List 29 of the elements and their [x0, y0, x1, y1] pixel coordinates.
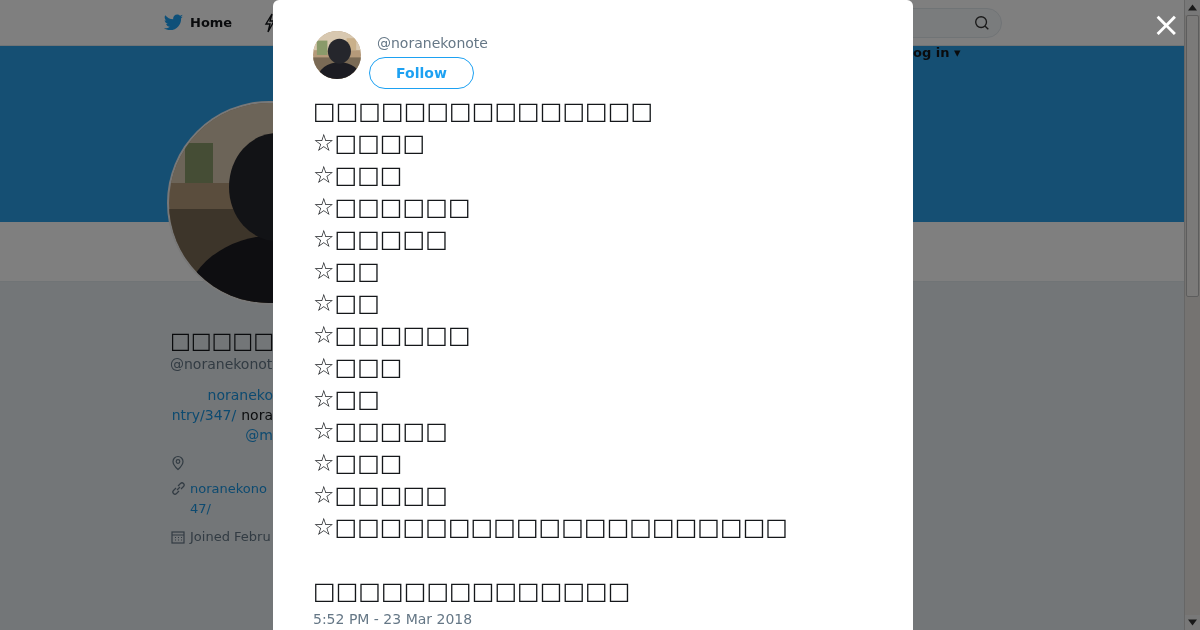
tweet-timestamp[interactable]: 5:52 PM - 23 Mar 2018 [313, 611, 873, 627]
bio-link[interactable]: noraneko [207, 387, 273, 403]
tweet-text-line: ☆□□□ [313, 160, 404, 191]
tweet-text-line: ☆□□□□□ [313, 416, 449, 447]
tweet-text-line: ☆□□□□ [313, 128, 427, 159]
profile-name: □□□□□ [170, 328, 273, 354]
bio-text: nora [241, 407, 273, 423]
tweet-text-line: ☆□□ [313, 288, 381, 319]
bio-link[interactable]: @m [245, 427, 273, 443]
tweet-text-line: ☆□□□□□□ [313, 192, 472, 223]
tweet-text-line: ☆□□□ [313, 448, 404, 479]
close-button[interactable]: × [1152, 6, 1180, 42]
joined-date: Joined Febru [190, 528, 271, 546]
tweet-text-line: □□□□□□□□□□□□□□ [313, 576, 632, 607]
profile-url[interactable]: noranekono 47/ [190, 479, 267, 519]
tweet-text-line: ☆□□□□□□□□□□□□□□□□□□□□ [313, 512, 790, 543]
tweet-text-line: ☆□□□ [313, 352, 404, 383]
bio-link[interactable]: ntry/347/ [171, 407, 237, 423]
author-handle[interactable]: @noranekonote [377, 34, 488, 52]
tweet-text-line: ☆□□ [313, 384, 381, 415]
home-link[interactable]: Home [163, 13, 233, 32]
tweet-text-line: ☆□□□□□ [313, 224, 449, 255]
profile-handle: @noranekonot [170, 355, 273, 374]
tweet-text-line: □□□□□□□□□□□□□□□ [313, 96, 655, 127]
follow-button[interactable]: Follow [369, 57, 474, 89]
tweet-text-line: ☆□□ [313, 256, 381, 287]
tweet-text-line: ☆□□□□□ [313, 480, 449, 511]
tweet-text-line: ☆□□□□□□ [313, 320, 472, 351]
login-link[interactable]: og in ▾ [913, 46, 961, 60]
